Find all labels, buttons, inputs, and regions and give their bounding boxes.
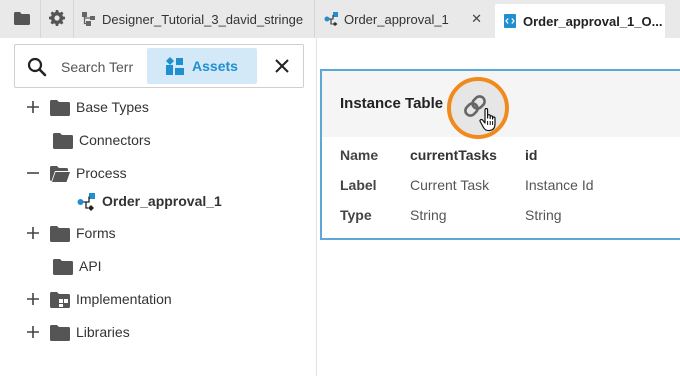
tab-label: Order_approval_1_O... [523, 13, 663, 29]
tree-item-label: Process [76, 165, 127, 181]
process-icon [324, 12, 338, 26]
folder-icon [53, 259, 73, 275]
folder-icon [50, 100, 70, 116]
tree-item-order-approval[interactable]: Order_approval_1 [0, 186, 316, 216]
editor-canvas: Instance Table Name currentTasks id Labe… [318, 38, 680, 376]
toolbar-divider [73, 0, 74, 38]
assets-label: Assets [192, 58, 238, 74]
tree-item-libraries[interactable]: Libraries [0, 317, 316, 347]
implementation-folder-icon [50, 292, 70, 308]
asset-explorer: Assets Base Types Connectors Process [0, 38, 317, 376]
folder-button[interactable] [6, 4, 38, 32]
gear-icon [49, 10, 65, 26]
close-icon [275, 59, 289, 73]
settings-button[interactable] [41, 4, 73, 32]
row-value: currentTasks [410, 147, 497, 163]
clear-search-button[interactable] [271, 55, 293, 77]
tab-divider [314, 0, 315, 38]
tree-item-label: Implementation [76, 291, 172, 307]
instance-table-card[interactable]: Instance Table Name currentTasks id Labe… [320, 69, 680, 240]
tree-item-label: API [79, 258, 102, 274]
folder-icon [50, 226, 70, 242]
expand-icon[interactable] [26, 226, 40, 240]
row-value: Instance Id [525, 177, 594, 193]
card-title: Instance Table [340, 95, 444, 112]
row-value: String [525, 207, 562, 223]
tab-label: Designer_Tutorial_3_david_stringer [102, 11, 304, 27]
folder-icon [14, 11, 30, 25]
row-key: Name [340, 147, 379, 163]
assets-icon [166, 57, 185, 75]
hand-cursor-icon [479, 108, 496, 132]
expand-icon[interactable] [26, 325, 40, 339]
tree-item-process[interactable]: Process [0, 158, 316, 188]
tab-project[interactable]: Designer_Tutorial_3_david_stringer [82, 4, 304, 34]
folder-icon [50, 325, 70, 341]
close-tab-icon[interactable]: ✕ [662, 13, 665, 29]
tree-item-label: Base Types [76, 99, 149, 115]
row-value: String [410, 207, 447, 223]
folder-open-icon [50, 166, 70, 182]
expand-icon[interactable] [26, 100, 40, 114]
project-icon [82, 12, 95, 26]
close-tab-icon[interactable]: ✕ [469, 11, 484, 27]
row-key: Label [340, 177, 377, 193]
tree-item-api[interactable]: API [0, 251, 316, 281]
process-icon [77, 193, 95, 211]
tree-item-implementation[interactable]: Implementation [0, 284, 316, 314]
folder-icon [53, 133, 73, 149]
tab-label: Order_approval_1 [344, 11, 449, 27]
tree-item-label: Order_approval_1 [102, 193, 222, 209]
search-bar: Assets [14, 44, 304, 88]
row-key: Type [340, 207, 372, 223]
tab-order-approval[interactable]: Order_approval_1 ✕ [324, 4, 490, 34]
tree-item-label: Connectors [79, 132, 151, 148]
tree-item-label: Libraries [76, 324, 130, 340]
tree-item-base-types[interactable]: Base Types [0, 92, 316, 122]
code-file-icon [504, 14, 516, 28]
search-icon [27, 57, 47, 77]
row-value: id [525, 147, 538, 163]
tree-item-forms[interactable]: Forms [0, 218, 316, 248]
row-value: Current Task [410, 177, 490, 193]
tree-item-connectors[interactable]: Connectors [0, 125, 316, 155]
assets-toggle-button[interactable]: Assets [147, 48, 257, 84]
expand-icon[interactable] [26, 292, 40, 306]
tab-strip: Designer_Tutorial_3_david_stringer Order… [0, 0, 680, 38]
tree-item-label: Forms [76, 225, 116, 241]
search-input[interactable] [61, 54, 139, 80]
tab-order-approval-o[interactable]: Order_approval_1_O... ✕ [495, 4, 665, 38]
collapse-icon[interactable] [26, 166, 40, 180]
